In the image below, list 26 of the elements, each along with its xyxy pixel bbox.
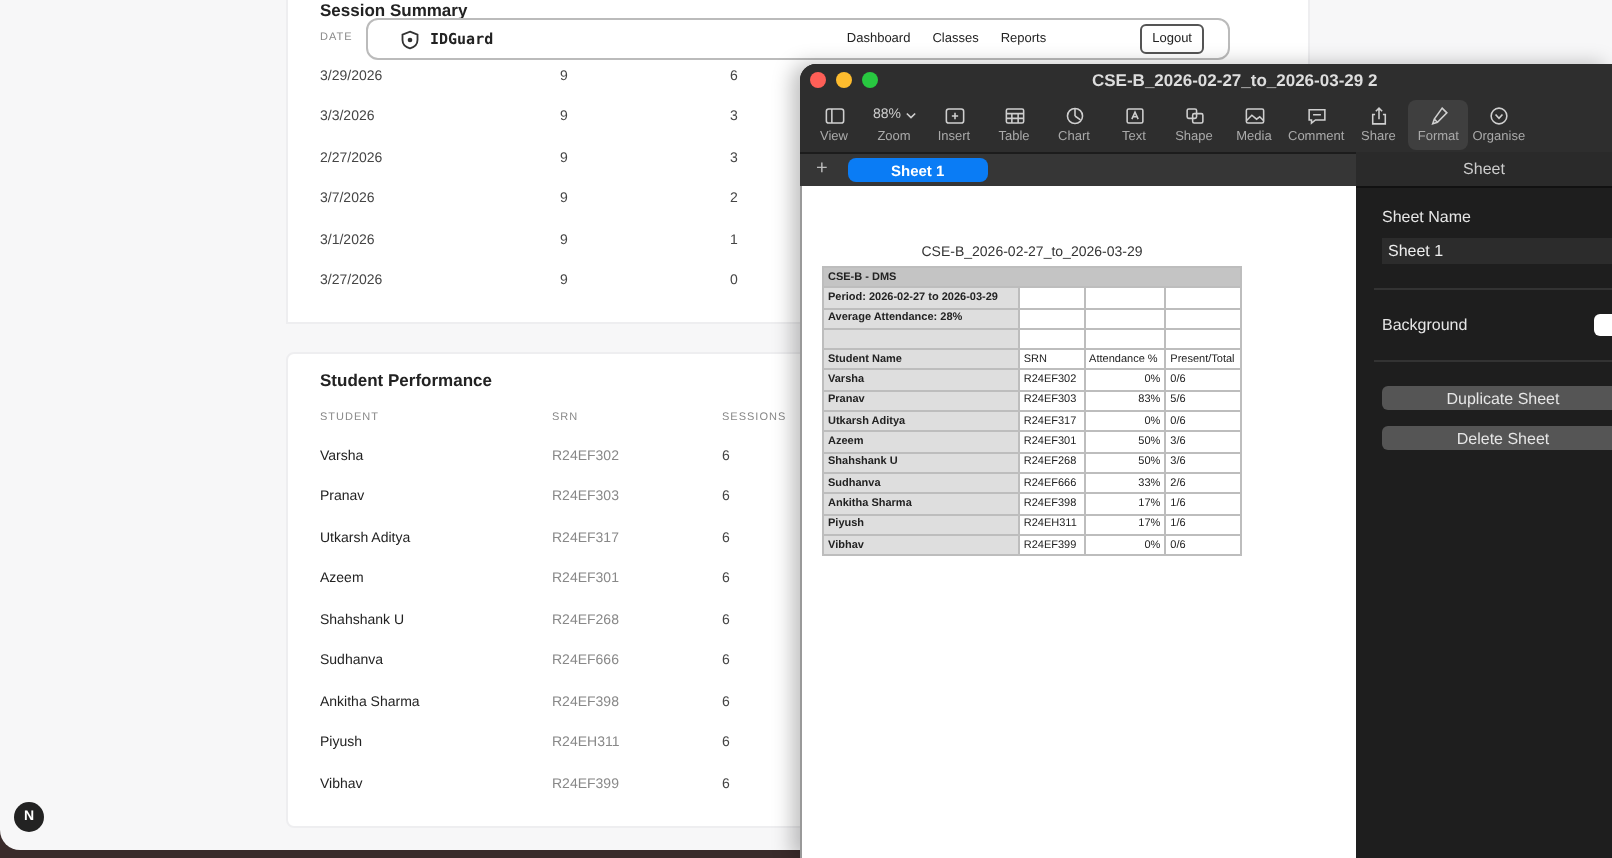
text-box-icon (1123, 105, 1145, 125)
speech-bubble-icon (1305, 105, 1328, 125)
window-title: CSE-B_2026-02-27_to_2026-03-29 2 (1092, 70, 1378, 90)
add-sheet-button[interactable]: + (816, 160, 828, 180)
plus-box-icon (943, 105, 965, 125)
picture-icon (1243, 105, 1265, 125)
card-title: Student Performance (320, 370, 492, 390)
brush-icon (1427, 105, 1450, 125)
table-icon (1003, 105, 1025, 125)
caret-icon (905, 111, 915, 119)
clock-chart-icon (1063, 105, 1085, 125)
sheet-action-button[interactable]: Delete Sheet (1382, 426, 1612, 450)
share-icon (1367, 105, 1390, 125)
card-title: Session Summary (320, 0, 468, 20)
inspector-tab[interactable]: Sheet (1356, 152, 1612, 188)
sheet-action-button[interactable]: Duplicate Sheet (1382, 386, 1612, 410)
field-label: Sheet Name (1382, 208, 1473, 226)
field-label: Background (1382, 316, 1468, 334)
sheet-name-field[interactable]: Sheet 1 (1382, 238, 1612, 264)
close-button[interactable] (810, 72, 826, 88)
squares-icon (1183, 105, 1205, 125)
circle-caret-icon (1487, 105, 1510, 125)
shield-icon (400, 29, 420, 49)
minimize-button[interactable] (836, 72, 852, 88)
zoom-button[interactable] (862, 72, 878, 88)
sidebar-icon (823, 105, 845, 125)
